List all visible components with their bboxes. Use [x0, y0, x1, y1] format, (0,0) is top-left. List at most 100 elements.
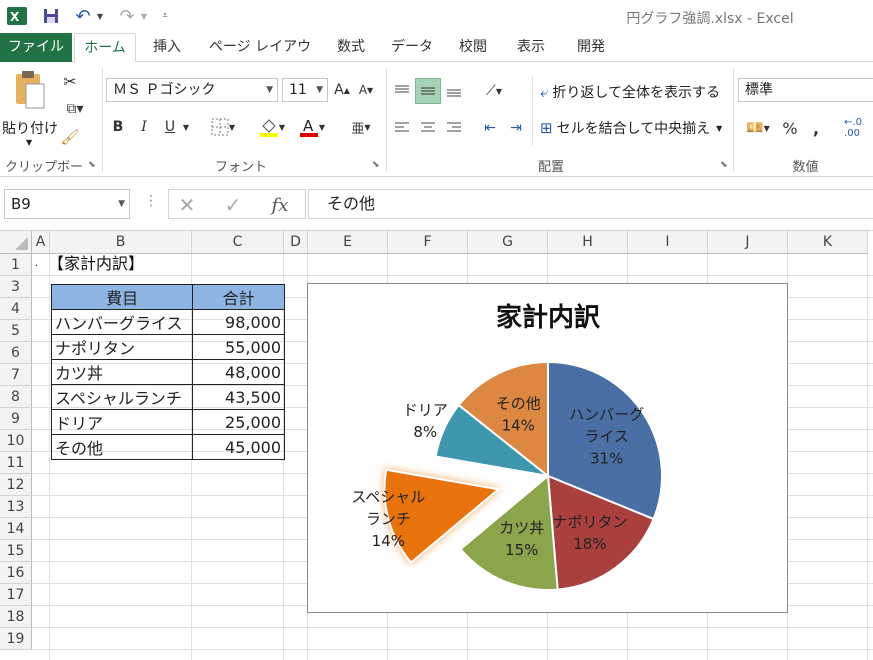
paste-button[interactable]: 貼り付け ▼: [2, 68, 58, 148]
underline-button[interactable]: U: [160, 114, 180, 140]
row-header-15[interactable]: 15: [0, 540, 32, 562]
align-left-icon[interactable]: [390, 116, 414, 140]
row-header-16[interactable]: 16: [0, 562, 32, 584]
decrease-indent-icon[interactable]: ⇤: [478, 116, 502, 140]
cell-value[interactable]: 25,000: [192, 409, 285, 435]
header-item[interactable]: 費目: [50, 284, 194, 310]
formula-input[interactable]: その他: [308, 189, 873, 219]
row-header-7[interactable]: 7: [0, 364, 32, 386]
save-icon[interactable]: [40, 6, 62, 26]
insert-function-icon[interactable]: fx: [267, 193, 293, 217]
align-bottom-icon[interactable]: [442, 78, 466, 104]
undo-dropdown-icon[interactable]: ▼: [94, 6, 106, 26]
row-header-18[interactable]: 18: [0, 606, 32, 628]
column-header-d[interactable]: D: [284, 231, 308, 254]
row-header-1[interactable]: 1: [0, 254, 32, 276]
column-header-g[interactable]: G: [468, 231, 548, 254]
row-header-11[interactable]: 11: [0, 452, 32, 474]
underline-dropdown-icon[interactable]: ▼: [180, 114, 192, 140]
align-right-icon[interactable]: [442, 116, 466, 140]
header-total[interactable]: 合計: [192, 284, 285, 310]
percent-style-button[interactable]: %: [778, 116, 802, 140]
cell-value[interactable]: 43,500: [192, 384, 285, 410]
column-header-e[interactable]: E: [308, 231, 388, 254]
redo-icon[interactable]: ↷: [116, 6, 138, 27]
row-header-4[interactable]: 4: [0, 298, 32, 320]
italic-button[interactable]: I: [134, 114, 154, 140]
clipboard-launcher-icon[interactable]: ⬊: [88, 160, 96, 170]
cell-b1-title[interactable]: 【家計内訳】: [48, 253, 144, 275]
row-header-13[interactable]: 13: [0, 496, 32, 518]
increase-font-icon[interactable]: A ▲: [332, 80, 352, 100]
alignment-launcher-icon[interactable]: ⬊: [720, 160, 728, 170]
decrease-font-icon[interactable]: A ▼: [356, 80, 376, 100]
cell-value[interactable]: 98,000: [192, 309, 285, 335]
tab-insert[interactable]: 挿入: [144, 33, 190, 62]
cancel-icon[interactable]: ✕: [175, 193, 199, 217]
increase-decimal-icon[interactable]: ←.0.00: [838, 116, 868, 140]
borders-icon[interactable]: ▼: [206, 114, 240, 140]
comma-style-button[interactable]: ,: [804, 116, 828, 140]
cell-value[interactable]: 45,000: [192, 434, 285, 460]
align-middle-icon[interactable]: [415, 78, 441, 104]
font-launcher-icon[interactable]: ⬊: [372, 160, 380, 170]
font-name-dropdown[interactable]: ＭＳ Ｐゴシック ▼: [106, 78, 278, 102]
row-header-5[interactable]: 5: [0, 320, 32, 342]
redo-dropdown-icon[interactable]: ▼: [138, 6, 150, 26]
cell-value[interactable]: 55,000: [192, 334, 285, 360]
wrap-text-button[interactable]: ⤶ 折り返して全体を表示する: [540, 80, 726, 104]
cell-item[interactable]: ドリア: [50, 409, 194, 435]
column-header-j[interactable]: J: [708, 231, 788, 254]
tab-view[interactable]: 表示: [508, 33, 554, 62]
cell-a1[interactable]: .: [35, 253, 38, 275]
row-header-17[interactable]: 17: [0, 584, 32, 606]
row-header-9[interactable]: 9: [0, 408, 32, 430]
cell-item[interactable]: ナポリタン: [50, 334, 194, 360]
cut-icon[interactable]: ✂: [58, 70, 82, 92]
tab-developer[interactable]: 開発: [566, 33, 616, 62]
phonetic-icon[interactable]: 亜 ▼: [344, 114, 378, 140]
column-header-c[interactable]: C: [192, 231, 284, 254]
align-center-icon[interactable]: [416, 116, 440, 140]
bold-button[interactable]: B: [108, 114, 128, 140]
fill-color-icon[interactable]: ▼: [254, 114, 290, 140]
cell-item[interactable]: その他: [50, 434, 194, 460]
customize-qat-icon[interactable]: ⩡: [158, 6, 172, 26]
row-header-6[interactable]: 6: [0, 342, 32, 364]
format-painter-icon[interactable]: 🖌: [58, 126, 82, 148]
column-header-k[interactable]: K: [788, 231, 868, 254]
select-all-button[interactable]: [0, 231, 32, 254]
orientation-icon[interactable]: ⟋ ▼: [476, 78, 512, 104]
tab-review[interactable]: 校閲: [450, 33, 496, 62]
column-header-a[interactable]: A: [32, 231, 50, 254]
cell-item[interactable]: カツ丼: [50, 359, 194, 385]
row-header-3[interactable]: 3: [0, 276, 32, 298]
cell-value[interactable]: 48,000: [192, 359, 285, 385]
paste-dropdown-icon[interactable]: ▼: [26, 138, 32, 147]
more-icon[interactable]: ⋮: [144, 193, 158, 209]
row-header-14[interactable]: 14: [0, 518, 32, 540]
accounting-format-icon[interactable]: 💴 ▼: [740, 116, 776, 140]
tab-file[interactable]: ファイル: [0, 33, 72, 62]
font-size-dropdown[interactable]: 11 ▼: [282, 78, 328, 102]
column-header-f[interactable]: F: [388, 231, 468, 254]
column-header-h[interactable]: H: [548, 231, 628, 254]
tab-page-layout[interactable]: ページ レイアウト: [202, 33, 318, 84]
row-header-12[interactable]: 12: [0, 474, 32, 496]
tab-home[interactable]: ホーム: [74, 33, 136, 63]
tab-formulas[interactable]: 数式: [328, 33, 374, 62]
align-top-icon[interactable]: [390, 78, 414, 104]
number-format-dropdown[interactable]: 標準: [738, 78, 873, 102]
tab-data[interactable]: データ: [384, 33, 440, 62]
column-header-i[interactable]: I: [628, 231, 708, 254]
name-box[interactable]: B9 ▼: [4, 189, 130, 219]
enter-icon[interactable]: ✓: [221, 193, 245, 217]
cell-item[interactable]: ハンバーグライス: [50, 309, 194, 335]
row-header-8[interactable]: 8: [0, 386, 32, 408]
font-color-icon[interactable]: A ▼: [294, 114, 330, 140]
increase-indent-icon[interactable]: ⇥: [504, 116, 528, 140]
column-header-b[interactable]: B: [50, 231, 192, 254]
merge-center-button[interactable]: ⊞ セルを結合して中央揃え ▼: [540, 116, 728, 140]
undo-icon[interactable]: ↶: [72, 6, 94, 27]
row-header-10[interactable]: 10: [0, 430, 32, 452]
